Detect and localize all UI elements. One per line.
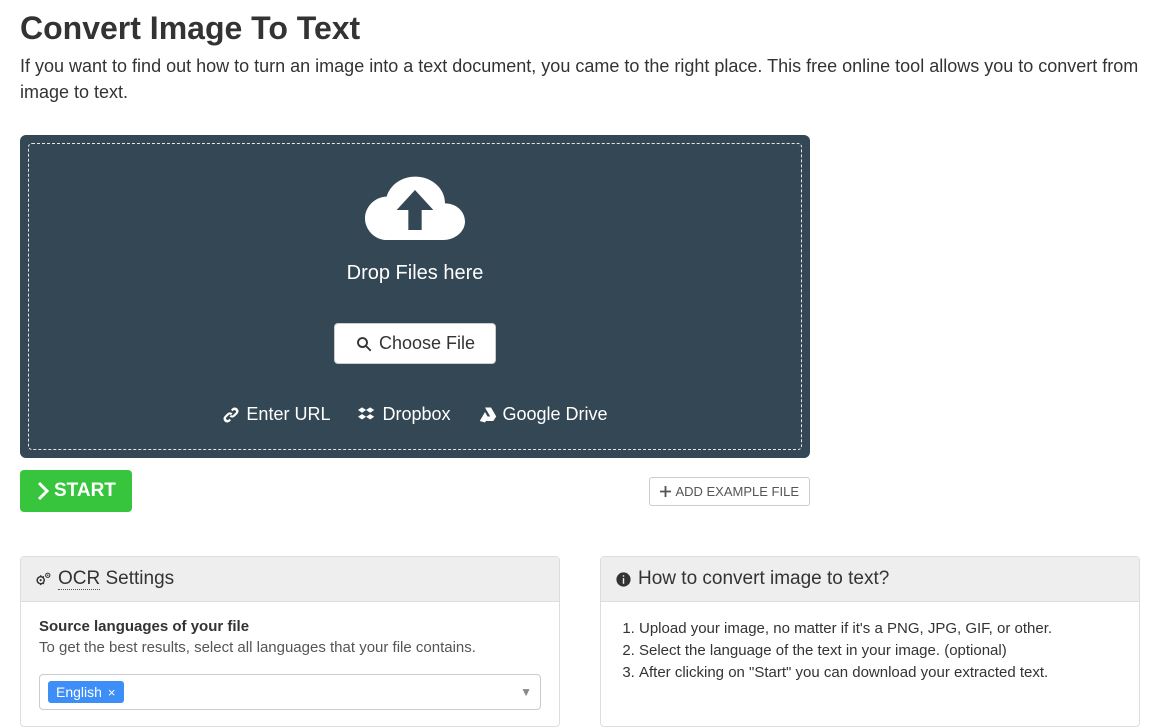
howto-step: After clicking on "Start" you can downlo… xyxy=(639,662,1121,684)
google-drive-label: Google Drive xyxy=(503,404,608,425)
chevron-right-icon xyxy=(36,482,50,500)
page-title: Convert Image To Text xyxy=(20,10,1142,47)
info-icon xyxy=(615,571,632,588)
ocr-title-suffix: Settings xyxy=(100,568,174,589)
howto-step: Upload your image, no matter if it's a P… xyxy=(639,618,1121,640)
page-intro: If you want to find out how to turn an i… xyxy=(20,53,1142,105)
dropbox-label: Dropbox xyxy=(382,404,450,425)
drop-files-text: Drop Files here xyxy=(39,262,791,285)
language-tag-label: English xyxy=(56,684,102,700)
gears-icon xyxy=(35,571,52,588)
source-lang-help: To get the best results, select all lang… xyxy=(39,639,541,656)
upload-panel: Drop Files here Choose File Enter URL Dr… xyxy=(20,135,810,458)
choose-file-label: Choose File xyxy=(379,333,475,354)
add-example-button[interactable]: ADD EXAMPLE FILE xyxy=(649,477,810,506)
google-drive-icon xyxy=(479,406,497,424)
choose-file-button[interactable]: Choose File xyxy=(334,323,496,364)
google-drive-link[interactable]: Google Drive xyxy=(479,404,608,425)
search-icon xyxy=(355,335,373,353)
ocr-title-prefix: OCR xyxy=(58,568,100,590)
howto-steps: Upload your image, no matter if it's a P… xyxy=(619,618,1121,683)
source-lang-label: Source languages of your file xyxy=(39,618,541,635)
enter-url-label: Enter URL xyxy=(246,404,330,425)
start-button[interactable]: START xyxy=(20,470,132,512)
language-tag[interactable]: English × xyxy=(48,681,124,703)
howto-step: Select the language of the text in your … xyxy=(639,640,1121,662)
howto-panel: How to convert image to text? Upload you… xyxy=(600,556,1140,727)
start-label: START xyxy=(54,480,116,502)
dropbox-link[interactable]: Dropbox xyxy=(358,404,450,425)
howto-header: How to convert image to text? xyxy=(601,557,1139,602)
plus-icon xyxy=(660,486,671,497)
add-example-label: ADD EXAMPLE FILE xyxy=(675,484,799,499)
remove-language-icon[interactable]: × xyxy=(108,685,116,700)
dropzone[interactable]: Drop Files here Choose File Enter URL Dr… xyxy=(28,143,802,450)
howto-title: How to convert image to text? xyxy=(638,568,889,590)
ocr-settings-panel: OCR Settings Source languages of your fi… xyxy=(20,556,560,727)
cloud-upload-icon xyxy=(360,170,470,250)
link-icon xyxy=(222,406,240,424)
ocr-settings-header: OCR Settings xyxy=(21,557,559,602)
dropbox-icon xyxy=(358,406,376,424)
chevron-down-icon: ▼ xyxy=(520,685,532,699)
enter-url-link[interactable]: Enter URL xyxy=(222,404,330,425)
